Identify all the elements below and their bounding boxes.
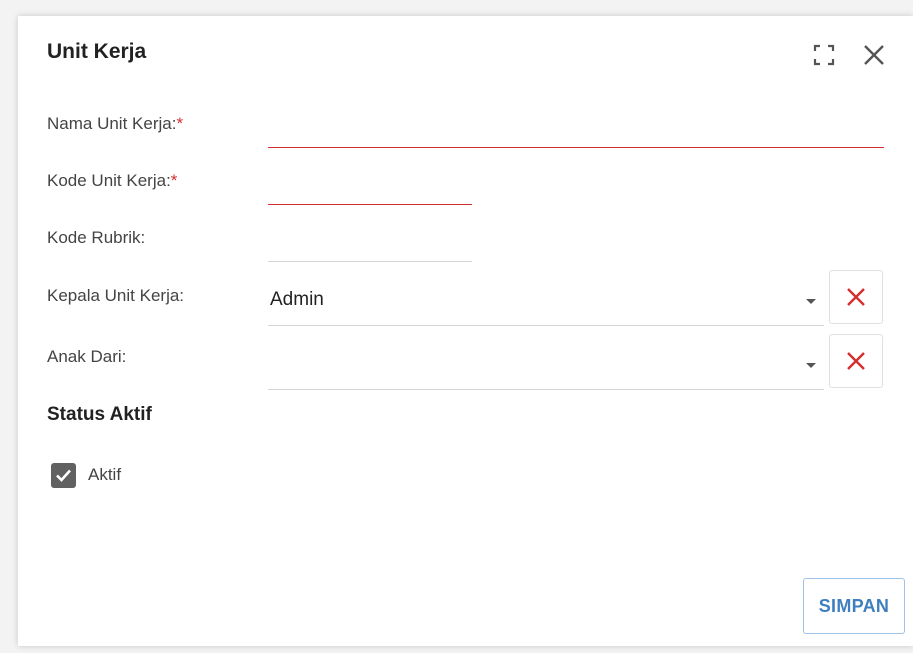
check-icon xyxy=(56,469,71,482)
kepala-unit-kerja-value: Admin xyxy=(270,289,324,310)
required-mark: * xyxy=(170,171,178,190)
aktif-checkbox[interactable] xyxy=(51,463,76,488)
kode-unit-kerja-input[interactable] xyxy=(268,176,472,205)
clear-anak-dari-button[interactable] xyxy=(829,334,883,388)
kepala-unit-kerja-label: Kepala Unit Kerja: xyxy=(47,286,185,305)
nama-unit-kerja-label-text: Nama Unit Kerja: xyxy=(47,114,177,133)
close-button[interactable] xyxy=(861,42,887,68)
anak-dari-select[interactable] xyxy=(268,339,824,390)
status-aktif-heading: Status Aktif xyxy=(47,404,152,425)
clear-x-icon xyxy=(847,288,865,306)
maximize-button[interactable] xyxy=(811,42,837,68)
required-mark: * xyxy=(176,114,184,133)
close-icon xyxy=(864,45,884,65)
maximize-icon xyxy=(813,44,835,66)
nama-unit-kerja-input[interactable] xyxy=(268,119,884,148)
nama-unit-kerja-label: Nama Unit Kerja:* xyxy=(47,114,183,134)
kode-unit-kerja-label-text: Kode Unit Kerja: xyxy=(47,171,171,190)
kode-rubrik-input[interactable] xyxy=(268,233,472,262)
kode-unit-kerja-label: Kode Unit Kerja:* xyxy=(47,171,177,191)
kode-rubrik-label: Kode Rubrik: xyxy=(47,228,146,247)
caret-down-icon xyxy=(806,363,816,368)
dialog-title: Unit Kerja xyxy=(47,40,147,63)
clear-x-icon xyxy=(847,352,865,370)
kepala-unit-kerja-select[interactable]: Admin xyxy=(268,275,824,326)
caret-down-icon xyxy=(806,299,816,304)
aktif-checkbox-label[interactable]: Aktif xyxy=(88,465,121,485)
anak-dari-label: Anak Dari: xyxy=(47,347,127,366)
clear-kepala-unit-kerja-button[interactable] xyxy=(829,270,883,324)
simpan-button[interactable]: SIMPAN xyxy=(803,578,905,634)
unit-kerja-dialog: Unit Kerja Nama Unit Kerja:* Kode Unit K… xyxy=(18,16,913,646)
